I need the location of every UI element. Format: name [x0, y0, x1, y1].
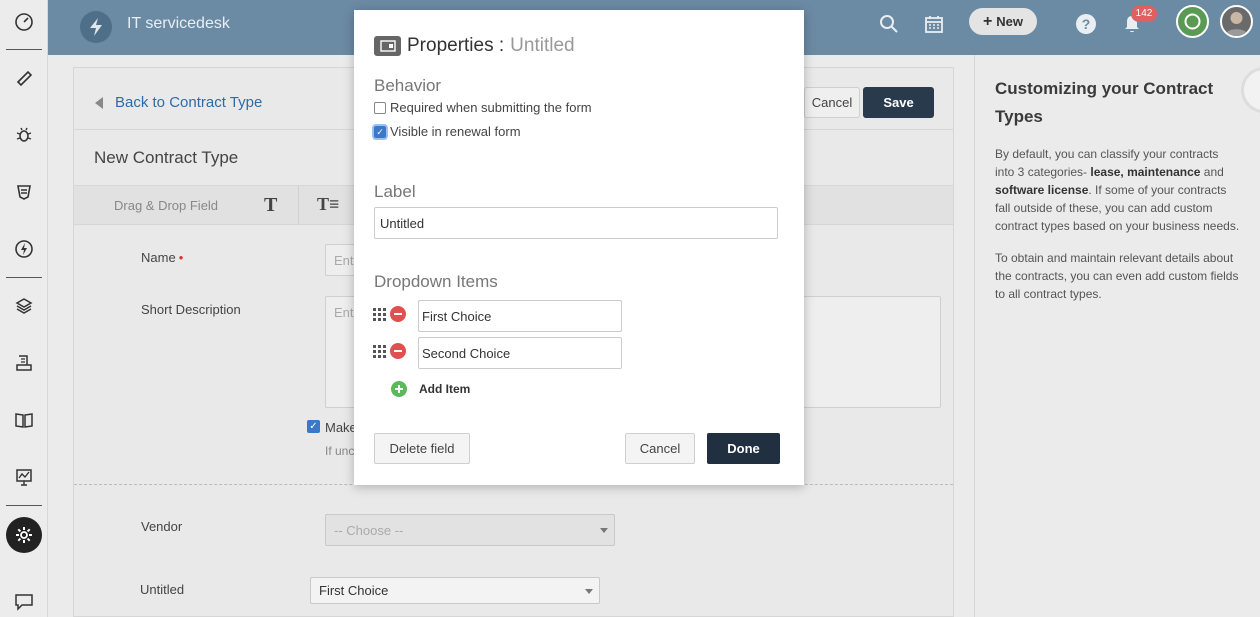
behavior-heading: Behavior [374, 76, 442, 95]
chevron-down-icon [585, 589, 593, 594]
add-icon [391, 381, 407, 397]
dropdown-item-row: First Choice [373, 300, 623, 332]
add-item-label: Add Item [419, 382, 471, 396]
required-label: Required when submitting the form [390, 100, 592, 115]
plus-icon: + [982, 12, 993, 30]
solutions-icon[interactable] [12, 408, 36, 432]
done-button[interactable]: Done [707, 433, 780, 464]
dropdown-item-input[interactable]: First Choice [418, 300, 622, 332]
dialog-title: Properties : [407, 35, 505, 56]
name-label-text: Name [141, 250, 176, 265]
user-avatar[interactable] [1220, 5, 1253, 38]
contracts-icon[interactable] [12, 351, 36, 375]
new-button-label: New [996, 14, 1024, 29]
back-arrow-icon [95, 96, 103, 109]
nav-divider [6, 49, 42, 50]
properties-icon [374, 36, 401, 56]
left-nav-rail [0, 0, 48, 617]
chat-icon[interactable] [12, 590, 36, 614]
app-title: IT servicedesk [127, 15, 230, 32]
help-panel-toggle[interactable] [1241, 67, 1260, 113]
make-label: Make [325, 420, 357, 435]
drag-handle-icon[interactable] [373, 308, 386, 321]
admin-icon[interactable] [6, 517, 42, 553]
short-description-label: Short Description [141, 302, 241, 317]
drag-handle-icon[interactable] [373, 345, 386, 358]
required-option[interactable]: Required when submitting the form [374, 100, 592, 115]
tickets-icon[interactable] [12, 66, 36, 90]
untitled-label: Untitled [140, 582, 185, 597]
dialog-title-field-name: Untitled [510, 35, 575, 56]
make-checkbox[interactable]: ✓ [307, 420, 320, 433]
nav-divider [6, 277, 42, 278]
help-title: Customizing your Contract Types [995, 79, 1214, 126]
label-heading: Label [374, 182, 416, 201]
cancel-button[interactable]: Cancel [804, 87, 860, 118]
help-paragraph-2: To obtain and maintain relevant details … [995, 251, 1239, 301]
save-button[interactable]: Save [863, 87, 934, 118]
name-label: Name • [141, 250, 183, 265]
remove-item-icon[interactable] [390, 343, 406, 359]
reports-icon[interactable] [12, 465, 36, 489]
dialog-cancel-button[interactable]: Cancel [625, 433, 695, 464]
short-description-textarea-right[interactable] [803, 296, 941, 408]
chevron-down-icon [600, 528, 608, 533]
delete-field-button[interactable]: Delete field [374, 433, 470, 464]
assets-icon[interactable] [12, 294, 36, 318]
add-item-button[interactable]: Add Item [391, 381, 470, 397]
page-title: New Contract Type [94, 148, 239, 167]
dropdown-items-heading: Dropdown Items [374, 272, 498, 291]
svg-text:?: ? [1082, 16, 1091, 32]
notification-count-badge: 142 [1131, 6, 1157, 22]
untitled-select[interactable]: First Choice [310, 577, 600, 604]
vendor-select[interactable]: -- Choose -- [325, 514, 615, 546]
app-logo-icon[interactable] [80, 11, 112, 43]
back-to-contract-type-link[interactable]: Back to Contract Type [95, 94, 262, 111]
releases-icon[interactable] [12, 237, 36, 261]
vendor-select-value: -- Choose -- [334, 523, 404, 538]
help-icon[interactable]: ? [1074, 12, 1098, 36]
make-hint-text: If unc [325, 444, 355, 458]
changes-icon[interactable] [12, 180, 36, 204]
required-checkbox[interactable] [374, 101, 386, 114]
untitled-select-value: First Choice [319, 583, 389, 598]
toolbar-divider [298, 186, 299, 224]
help-paragraph-1: By default, you can classify your contra… [995, 147, 1240, 233]
new-button[interactable]: + New [969, 8, 1037, 35]
label-input[interactable]: Untitled [374, 207, 778, 239]
help-panel: Customizing your Contract Types By defau… [974, 55, 1260, 617]
workspace-avatar[interactable] [1176, 5, 1209, 38]
text-field-icon[interactable]: T [264, 194, 277, 217]
visible-renewal-option[interactable]: ✓ Visible in renewal form [374, 124, 521, 139]
drag-drop-label: Drag & Drop Field [114, 198, 219, 213]
calendar-icon[interactable] [922, 12, 946, 36]
textarea-field-icon[interactable]: T≡ [317, 194, 339, 215]
dashboard-icon[interactable] [12, 10, 36, 34]
remove-item-icon[interactable] [390, 306, 406, 322]
required-asterisk: • [178, 250, 184, 265]
nav-divider [6, 505, 42, 506]
visible-renewal-checkbox[interactable]: ✓ [374, 125, 386, 138]
dropdown-item-input[interactable]: Second Choice [418, 337, 622, 369]
back-link-label: Back to Contract Type [115, 94, 263, 111]
vendor-label: Vendor [141, 519, 183, 534]
dialog-header: Properties : Untitled [374, 35, 575, 57]
properties-dialog: Properties : Untitled Behavior Required … [354, 10, 804, 485]
visible-renewal-label: Visible in renewal form [390, 124, 521, 139]
dropdown-item-row: Second Choice [373, 337, 623, 369]
problems-icon[interactable] [12, 123, 36, 147]
search-icon[interactable] [877, 12, 901, 36]
